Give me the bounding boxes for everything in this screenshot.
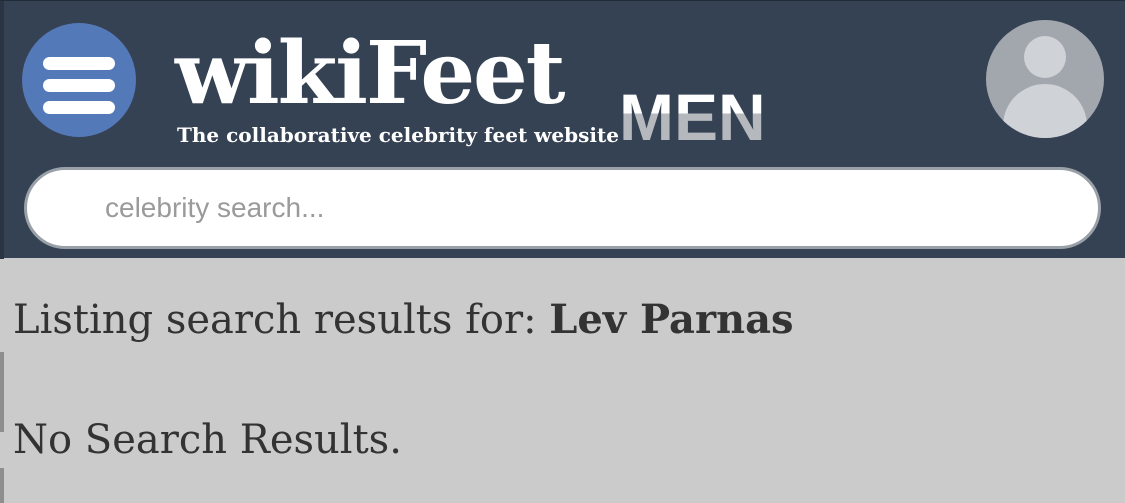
menu-bar-middle	[43, 79, 115, 92]
avatar-shoulders	[1003, 84, 1087, 138]
site-header: wikiFeet MEN The collaborative celebrity…	[0, 0, 1125, 259]
menu-bar-top	[43, 57, 115, 70]
logo-wordmark: wikiFeet	[175, 23, 565, 124]
no-results-message: No Search Results.	[13, 417, 402, 463]
search-input[interactable]	[105, 188, 1005, 228]
logo-men-suffix: MEN	[619, 77, 766, 157]
user-avatar-icon[interactable]	[986, 20, 1104, 138]
search-bar[interactable]	[24, 167, 1101, 249]
hamburger-menu-icon[interactable]	[22, 23, 136, 137]
left-edge-divider	[0, 468, 4, 503]
avatar-head	[1024, 36, 1066, 78]
results-query: Lev Parnas	[549, 296, 794, 343]
results-prefix: Listing search results for:	[13, 297, 550, 343]
results-heading: Listing search results for: Lev Parnas	[13, 294, 794, 346]
logo-men-text: MEN	[619, 80, 766, 154]
site-logo[interactable]: wikiFeet MEN The collaborative celebrity…	[175, 19, 775, 159]
logo-tagline: The collaborative celebrity feet website	[177, 123, 619, 147]
menu-bar-bottom	[43, 101, 115, 114]
left-edge-divider	[0, 352, 4, 432]
left-edge-divider	[0, 1, 4, 259]
page: wikiFeet MEN The collaborative celebrity…	[0, 0, 1125, 503]
